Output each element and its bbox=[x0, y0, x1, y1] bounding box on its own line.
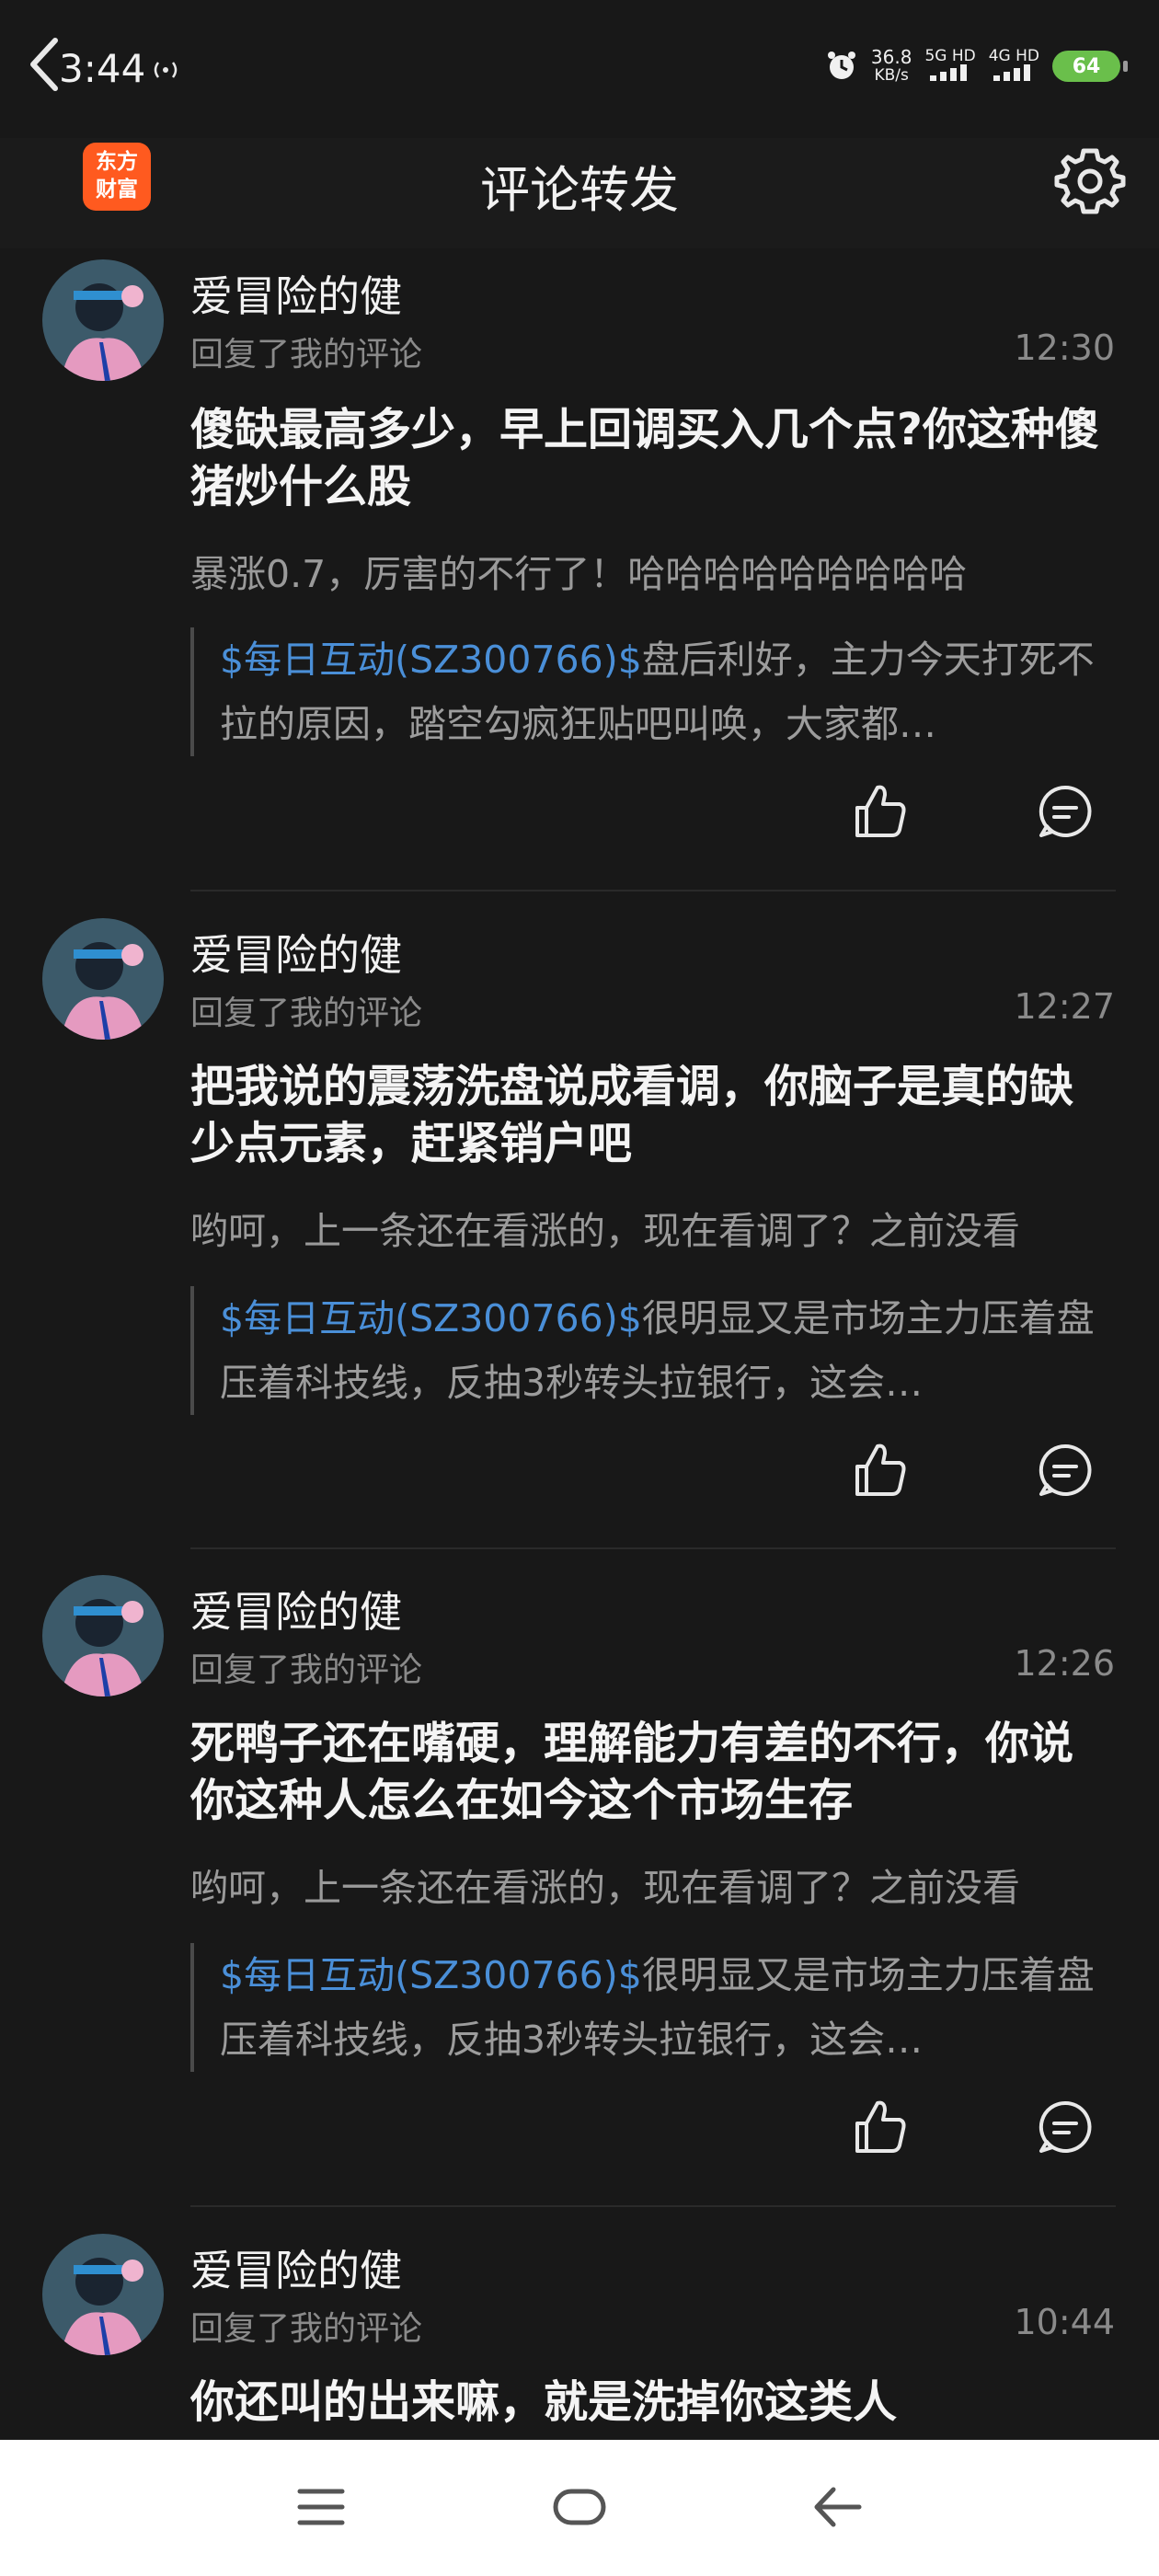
comment-icon[interactable] bbox=[1036, 782, 1095, 841]
avatar-image bbox=[42, 2234, 164, 2355]
net1-label: 5G HD bbox=[924, 47, 976, 65]
quoted-post[interactable]: $每日互动(SZ300766)$盘后利好，主力今天打死不拉的原因，踏空勾疯狂贴吧… bbox=[190, 627, 1110, 756]
quoted-post[interactable]: $每日互动(SZ300766)$很明显又是市场主力压着盘压着科技线，反抽3秒转头… bbox=[190, 1286, 1110, 1415]
username[interactable]: 爱冒险的健 bbox=[190, 2237, 402, 2298]
original-comment[interactable]: 哟呵，上一条还在看涨的，现在看调了？之前没看 bbox=[190, 1200, 1129, 1255]
username[interactable]: 爱冒险的健 bbox=[190, 263, 402, 324]
net2-label: 4G HD bbox=[988, 47, 1039, 65]
username[interactable]: 爱冒险的健 bbox=[190, 1579, 402, 1639]
avatar[interactable] bbox=[42, 918, 164, 1040]
username[interactable]: 爱冒险的健 bbox=[190, 922, 402, 983]
signal-4g: 4G HD bbox=[989, 48, 1039, 85]
hotspot-icon bbox=[154, 62, 178, 78]
original-comment[interactable]: 哟呵，上一条还在看涨的，现在看调了？之前没看 bbox=[190, 1857, 1129, 1912]
comment-icon[interactable] bbox=[1036, 2098, 1095, 2156]
avatar-image bbox=[42, 259, 164, 381]
divider bbox=[190, 890, 1116, 891]
alarm-icon bbox=[827, 52, 855, 79]
stock-link[interactable]: $每日互动(SZ300766)$ bbox=[220, 1296, 642, 1340]
thumbs-up-icon[interactable] bbox=[850, 1441, 909, 1500]
timestamp: 12:30 bbox=[1014, 328, 1115, 368]
battery-indicator: 64 bbox=[1052, 51, 1128, 82]
divider bbox=[190, 2205, 1116, 2207]
back-icon[interactable] bbox=[811, 2484, 863, 2530]
speed-unit: KB/s bbox=[874, 66, 909, 85]
home-icon[interactable] bbox=[552, 2488, 607, 2526]
avatar-image bbox=[42, 1575, 164, 1696]
status-icons: 36.8 KB/s 5G HD 4G HD 64 bbox=[825, 47, 1128, 85]
reply-label: 回复了我的评论 bbox=[190, 2310, 423, 2348]
gear-icon[interactable] bbox=[1054, 145, 1126, 217]
signal-5g: 5G HD bbox=[924, 47, 976, 85]
network-speed: 36.8 KB/s bbox=[871, 48, 912, 85]
signal-bars-icon bbox=[993, 64, 1031, 81]
divider bbox=[190, 1547, 1116, 1549]
avatar-image bbox=[42, 918, 164, 1040]
reply-label: 回复了我的评论 bbox=[190, 336, 423, 374]
timestamp: 12:26 bbox=[1014, 1643, 1115, 1684]
thumbs-up-icon[interactable] bbox=[850, 782, 909, 841]
reply-label: 回复了我的评论 bbox=[190, 995, 423, 1032]
quoted-post[interactable]: $每日互动(SZ300766)$很明显又是市场主力压着盘压着科技线，反抽3秒转头… bbox=[190, 1943, 1110, 2072]
thumbs-up-icon[interactable] bbox=[850, 2098, 909, 2156]
speed-value: 36.8 bbox=[870, 46, 912, 68]
back-arrow-icon[interactable] bbox=[22, 35, 66, 94]
status-time: 3:44 bbox=[59, 46, 146, 91]
reply-text[interactable]: 傻缺最高多少，早上回调买入几个点?你这种傻猪炒什么股 bbox=[190, 401, 1110, 515]
comment-icon[interactable] bbox=[1036, 1441, 1095, 1500]
stock-link[interactable]: $每日互动(SZ300766)$ bbox=[220, 638, 642, 682]
signal-bars-icon bbox=[930, 64, 968, 81]
reply-label: 回复了我的评论 bbox=[190, 1651, 423, 1689]
original-comment[interactable]: 暴涨0.7，厉害的不行了！哈哈哈哈哈哈哈哈哈 bbox=[190, 543, 1129, 598]
page-title: 评论转发 bbox=[480, 161, 679, 219]
stock-link[interactable]: $每日互动(SZ300766)$ bbox=[220, 1953, 642, 1997]
avatar[interactable] bbox=[42, 1575, 164, 1696]
reply-text[interactable]: 死鸭子还在嘴硬，理解能力有差的不行，你说你这种人怎么在如今这个市场生存 bbox=[190, 1715, 1110, 1829]
reply-text[interactable]: 你还叫的出来嘛，就是洗掉你这类人 bbox=[190, 2374, 1110, 2431]
timestamp: 10:44 bbox=[1014, 2302, 1115, 2342]
avatar[interactable] bbox=[42, 259, 164, 381]
avatar[interactable] bbox=[42, 2234, 164, 2355]
status-bar: 3:44 36.8 KB/s 5G HD 4G HD 64 bbox=[0, 0, 1159, 138]
menu-icon[interactable] bbox=[296, 2486, 346, 2528]
reply-text[interactable]: 把我说的震荡洗盘说成看调，你脑子是真的缺少点元素，赶紧销户吧 bbox=[190, 1058, 1110, 1172]
timestamp: 12:27 bbox=[1014, 986, 1115, 1027]
